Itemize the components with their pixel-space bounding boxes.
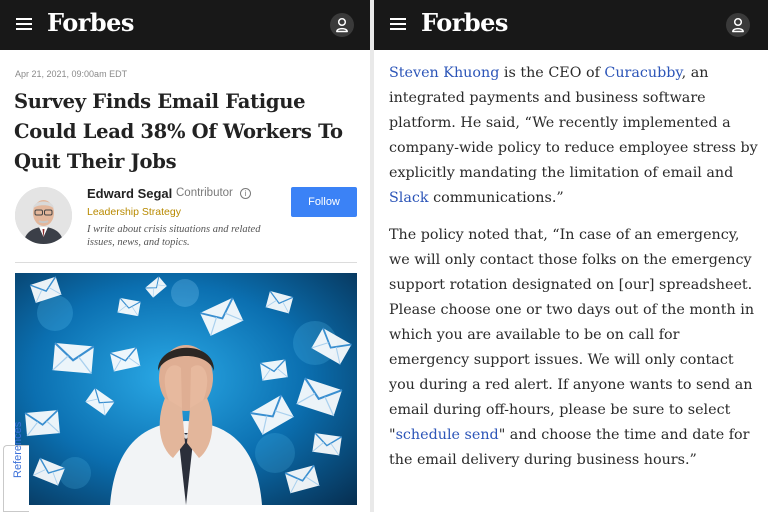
right-screen: Forbes Steven Khuong is the CEO of Curac…: [374, 0, 768, 512]
forbes-header: Forbes: [374, 0, 768, 50]
info-icon[interactable]: i: [240, 188, 251, 199]
forbes-logo[interactable]: Forbes: [421, 8, 508, 37]
left-screen: Forbes Apr 21, 2021, 09:00am EDT Survey …: [0, 0, 370, 512]
forbes-logo[interactable]: Forbes: [47, 8, 134, 37]
article-headline: Survey Finds Email Fatigue Could Lead 38…: [14, 90, 343, 173]
link-curacubby[interactable]: Curacubby: [604, 65, 681, 81]
link-slack[interactable]: Slack: [389, 190, 429, 206]
paragraph-text: is the CEO of: [499, 65, 605, 81]
author-name[interactable]: Edward Segal: [87, 186, 172, 201]
email-overwhelm-photo: [15, 273, 357, 505]
user-account-icon[interactable]: [330, 13, 354, 37]
article-dateline: Apr 21, 2021, 09:00am EDT: [15, 69, 128, 79]
author-avatar[interactable]: [15, 187, 72, 244]
author-bio: I write about crisis situations and rela…: [87, 224, 261, 248]
author-divider: [15, 262, 357, 263]
paragraph-text: communications.”: [428, 190, 564, 206]
link-schedule-send[interactable]: schedule send: [396, 427, 499, 443]
hero-image: [15, 273, 357, 505]
hamburger-menu-icon[interactable]: [16, 18, 32, 31]
author-role: Contributor: [176, 187, 233, 199]
article-paragraph: Steven Khuong is the CEO of Curacubby, a…: [389, 61, 761, 211]
article-paragraph: The policy noted that, “In case of an em…: [389, 223, 761, 473]
references-tab-label[interactable]: References: [12, 422, 24, 478]
follow-button[interactable]: Follow: [291, 187, 357, 217]
author-beat-link[interactable]: Leadership Strategy: [87, 206, 181, 218]
hamburger-menu-icon[interactable]: [390, 18, 406, 31]
article-body: Steven Khuong is the CEO of Curacubby, a…: [389, 61, 761, 485]
paragraph-text: , an integrated payments and business so…: [389, 65, 758, 181]
paragraph-text: The policy noted that, “In case of an em…: [389, 227, 755, 443]
user-account-icon[interactable]: [726, 13, 750, 37]
link-steven-khuong[interactable]: Steven Khuong: [389, 65, 499, 81]
forbes-header: Forbes: [0, 0, 370, 50]
